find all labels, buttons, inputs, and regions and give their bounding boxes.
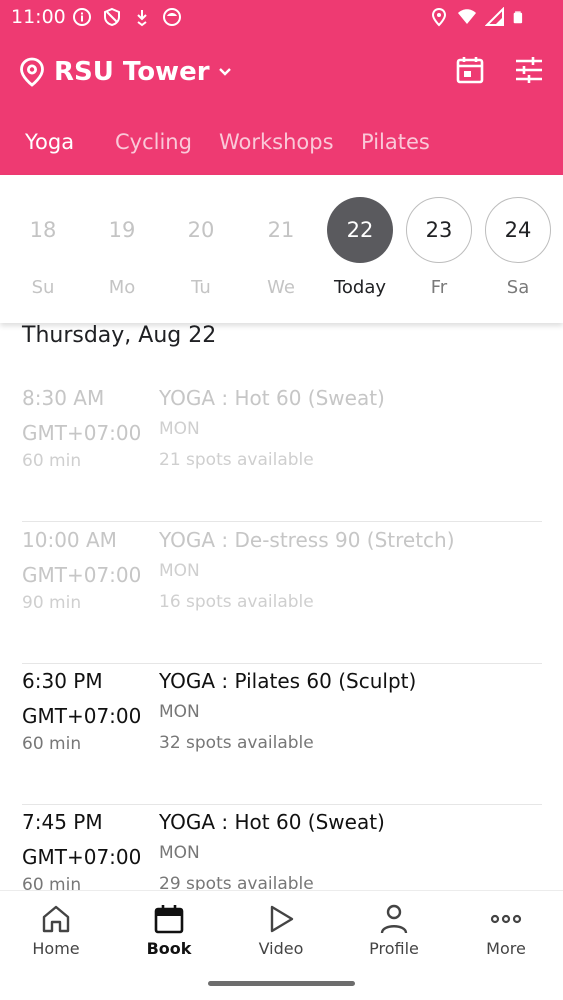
class-session-row[interactable]: 7:45 PM GMT+07:00 60 min YOGA : Hot 60 (S… (22, 805, 542, 890)
nav-video[interactable]: Video (231, 903, 331, 963)
session-title: YOGA : Hot 60 (Sweat) (159, 386, 385, 410)
date-item[interactable]: 24 Sa (485, 197, 551, 307)
session-day: MON (159, 419, 200, 439)
nav-profile[interactable]: Profile (344, 903, 444, 963)
date-selector: 18 Su 19 Mo 20 Tu 21 We 22 Today 23 Fr 24 Sa (0, 175, 563, 323)
nav-label: Video (258, 939, 304, 958)
session-duration: 60 min (22, 451, 82, 471)
tab-workshops[interactable]: Workshops (219, 130, 334, 154)
date-item-today[interactable]: 22 Today (327, 197, 393, 307)
date-weekday: Mo (108, 277, 136, 298)
class-session-row[interactable]: 8:30 AM GMT+07:00 60 min YOGA : Hot 60 (S… (22, 381, 542, 522)
session-duration: 60 min (22, 734, 82, 754)
session-timezone: GMT+07:00 (22, 563, 142, 587)
filter-sliders-icon[interactable] (513, 54, 545, 86)
date-weekday: Sa (506, 277, 530, 298)
wifi-icon (458, 9, 476, 24)
date-weekday: Today (333, 277, 387, 298)
tab-cycling[interactable]: Cycling (115, 130, 192, 154)
play-icon (270, 905, 294, 933)
date-number: 18 (29, 218, 57, 242)
session-timezone: GMT+07:00 (22, 704, 142, 728)
session-timezone: GMT+07:00 (22, 845, 142, 869)
session-duration: 60 min (22, 875, 82, 890)
more-dots-icon (490, 914, 522, 924)
session-time: 8:30 AM (22, 386, 105, 410)
session-spots: 32 spots available (159, 733, 314, 753)
location-selector[interactable]: RSU Tower (18, 52, 232, 92)
date-weekday: Su (31, 277, 55, 298)
status-bar: 11:00 (0, 0, 563, 34)
session-time: 6:30 PM (22, 669, 103, 693)
shield-icon (104, 7, 120, 27)
nav-book[interactable]: Book (119, 903, 219, 963)
session-title: YOGA : Hot 60 (Sweat) (159, 810, 385, 834)
nav-more[interactable]: More (456, 903, 556, 963)
download-icon (137, 10, 147, 27)
date-item[interactable]: 18 Su (10, 197, 76, 307)
date-number: 22 (327, 197, 393, 263)
nav-label: More (486, 939, 526, 958)
date-item[interactable]: 20 Tu (168, 197, 234, 307)
tab-pilates[interactable]: Pilates (361, 130, 430, 154)
session-title: YOGA : Pilates 60 (Sculpt) (159, 669, 417, 693)
date-item[interactable]: 19 Mo (89, 197, 155, 307)
signal-icon (485, 7, 504, 26)
date-number: 19 (108, 218, 136, 242)
status-time: 11:00 (11, 6, 66, 28)
session-day: MON (159, 843, 200, 863)
app-icon (163, 8, 181, 26)
nav-home[interactable]: Home (6, 903, 106, 963)
calendar-icon[interactable] (454, 54, 486, 86)
calendar-icon (154, 905, 184, 934)
session-timezone: GMT+07:00 (22, 421, 142, 445)
session-duration: 90 min (22, 593, 82, 613)
date-weekday: We (267, 277, 295, 298)
home-icon (42, 905, 70, 933)
date-item[interactable]: 23 Fr (406, 197, 472, 307)
battery-icon (513, 11, 523, 24)
tab-yoga[interactable]: Yoga (25, 130, 74, 154)
schedule-date-heading: Thursday, Aug 22 (22, 323, 217, 348)
date-item[interactable]: 21 We (248, 197, 314, 307)
date-number: 23 (406, 197, 472, 263)
session-day: MON (159, 702, 200, 722)
class-session-row[interactable]: 10:00 AM GMT+07:00 90 min YOGA : De-stres… (22, 523, 542, 664)
session-day: MON (159, 561, 200, 581)
info-icon (73, 8, 91, 26)
session-title: YOGA : De-stress 90 (Stretch) (159, 528, 455, 552)
nav-label: Profile (369, 939, 419, 958)
schedule-list[interactable]: Thursday, Aug 22 8:30 AM GMT+07:00 60 min… (0, 323, 563, 890)
chevron-down-icon (218, 68, 231, 76)
date-number: 20 (187, 218, 215, 242)
date-number: 21 (267, 218, 295, 242)
session-time: 10:00 AM (22, 528, 117, 552)
class-session-row[interactable]: 6:30 PM GMT+07:00 60 min YOGA : Pilates 6… (22, 664, 542, 805)
nav-label: Home (32, 939, 80, 958)
nav-label: Book (146, 939, 192, 958)
location-pin-icon (20, 57, 44, 87)
gesture-home-indicator[interactable] (208, 981, 355, 986)
category-tabs: Yoga Cycling Workshops Pilates (0, 112, 563, 175)
app-header: 11:00 RSU Tower Yoga Cycling Workshops P… (0, 0, 563, 175)
location-icon (431, 7, 447, 27)
person-icon (380, 904, 408, 934)
session-spots: 21 spots available (159, 450, 314, 470)
date-weekday: Tu (191, 277, 211, 298)
date-weekday: Fr (430, 277, 448, 298)
location-title: RSU Tower (54, 57, 210, 87)
session-time: 7:45 PM (22, 810, 103, 834)
session-spots: 29 spots available (159, 874, 314, 890)
date-number: 24 (485, 197, 551, 263)
session-spots: 16 spots available (159, 592, 314, 612)
